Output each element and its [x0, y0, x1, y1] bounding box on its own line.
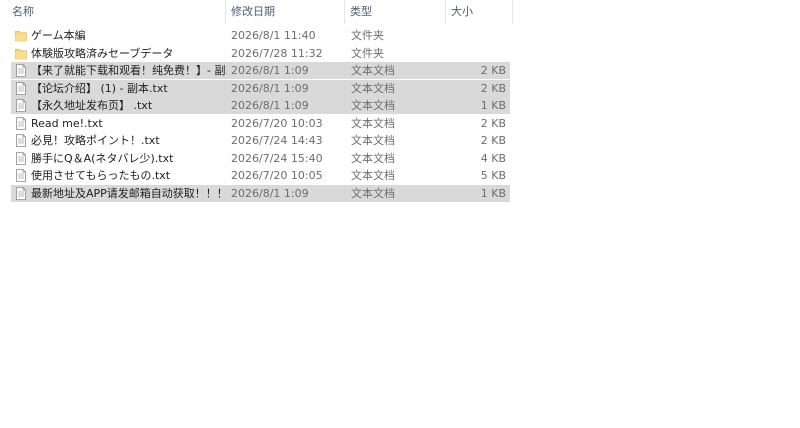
file-type: 文本文档 [351, 116, 395, 130]
file-type: 文本文档 [351, 186, 395, 200]
file-size: 4 KB [480, 151, 506, 165]
file-modified-date: 2026/8/1 1:09 [231, 81, 309, 95]
file-name: ゲーム本編 [31, 29, 86, 42]
column-divider[interactable] [512, 0, 513, 24]
file-size: 2 KB [480, 64, 506, 77]
column-name[interactable]: 名称 [0, 0, 225, 24]
file-size: 1 KB [480, 99, 506, 112]
file-name: 勝手にQ＆A(ネタバレ少).txt [31, 151, 174, 165]
text-file-icon [15, 134, 27, 147]
file-row[interactable]: 【论坛介绍】 (1) - 副本.txt 2026/8/1 1:09 文本文档 2 KB [11, 79, 510, 97]
column-header: ⌃ 名称 修改日期 类型 大小 [0, 0, 514, 24]
column-date-label: 修改日期 [231, 5, 275, 18]
column-size[interactable]: 大小 [439, 0, 512, 24]
file-modified-date: 2026/8/1 1:09 [231, 99, 309, 112]
file-type: 文本文档 [351, 151, 395, 165]
file-type: 文本文档 [351, 64, 395, 77]
text-file-icon [15, 151, 27, 165]
file-name: 最新地址及APP请发邮箱自动获取！！！… [31, 186, 227, 200]
column-date[interactable]: 修改日期 [219, 0, 344, 24]
file-name: 【永久地址发布页】 .txt [31, 99, 153, 112]
file-row[interactable]: 最新地址及APP请发邮箱自动获取！！！… 2026/8/1 1:09 文本文档 1 K… [11, 184, 510, 202]
file-row[interactable]: ゲーム本編 2026/8/1 11:40 文件夹 [11, 27, 510, 44]
folder-icon [15, 29, 27, 42]
file-name: 必見！攻略ポイント！.txt [31, 134, 160, 147]
column-type[interactable]: 类型 [338, 0, 445, 24]
file-row[interactable]: 勝手にQ＆A(ネタバレ少).txt 2026/7/24 15:40 文本文档 4 KB [11, 150, 510, 167]
file-modified-date: 2026/7/28 11:32 [231, 46, 323, 60]
folder-icon [15, 47, 27, 60]
column-type-label: 类型 [350, 5, 372, 18]
text-file-icon [15, 186, 27, 200]
file-name: 【来了就能下载和观看！纯免费！】- 副… [31, 64, 227, 77]
file-modified-date: 2026/7/24 14:43 [231, 134, 323, 147]
file-name: 体験版攻略済みセーブデータ [31, 46, 174, 60]
file-modified-date: 2026/8/1 1:09 [231, 64, 309, 77]
file-size: 2 KB [480, 81, 506, 95]
file-type: 文本文档 [351, 134, 395, 147]
text-file-icon [15, 169, 27, 182]
file-type: 文件夹 [351, 46, 384, 60]
file-modified-date: 2026/8/1 1:09 [231, 186, 309, 200]
file-size: 2 KB [480, 134, 506, 147]
file-modified-date: 2026/7/24 15:40 [231, 151, 323, 165]
text-file-icon [15, 64, 27, 77]
column-name-label: 名称 [12, 5, 34, 18]
file-name: 【论坛介绍】 (1) - 副本.txt [31, 81, 168, 95]
file-type: 文本文档 [351, 99, 395, 112]
text-file-icon [15, 116, 27, 130]
file-row[interactable]: 【永久地址发布页】 .txt 2026/8/1 1:09 文本文档 1 KB [11, 97, 510, 114]
file-name: 使用させてもらったもの.txt [31, 169, 171, 182]
file-row[interactable]: 使用させてもらったもの.txt 2026/7/20 10:05 文本文档 5 KB [11, 167, 510, 184]
file-row[interactable]: 【来了就能下载和观看！纯免费！】- 副… 2026/8/1 1:09 文本文档 2 K… [11, 62, 510, 79]
file-size [446, 45, 506, 62]
file-modified-date: 2026/8/1 11:40 [231, 29, 316, 42]
file-size: 1 KB [480, 186, 506, 200]
file-row[interactable]: 必見！攻略ポイント！.txt 2026/7/24 14:43 文本文档 2 KB [11, 132, 510, 149]
file-modified-date: 2026/7/20 10:05 [231, 169, 323, 182]
text-file-icon [15, 81, 27, 95]
column-size-label: 大小 [451, 5, 473, 18]
file-size: 5 KB [480, 169, 506, 182]
file-type: 文件夹 [351, 29, 384, 42]
file-type: 文本文档 [351, 169, 395, 182]
file-size: 2 KB [480, 116, 506, 130]
text-file-icon [15, 99, 27, 112]
file-name: Read me!.txt [31, 116, 103, 130]
file-type: 文本文档 [351, 81, 395, 95]
file-row[interactable]: 体験版攻略済みセーブデータ 2026/7/28 11:32 文件夹 [11, 45, 510, 62]
file-modified-date: 2026/7/20 10:03 [231, 116, 323, 130]
file-size [446, 27, 506, 44]
file-row[interactable]: Read me!.txt 2026/7/20 10:03 文本文档 2 KB [11, 115, 510, 132]
